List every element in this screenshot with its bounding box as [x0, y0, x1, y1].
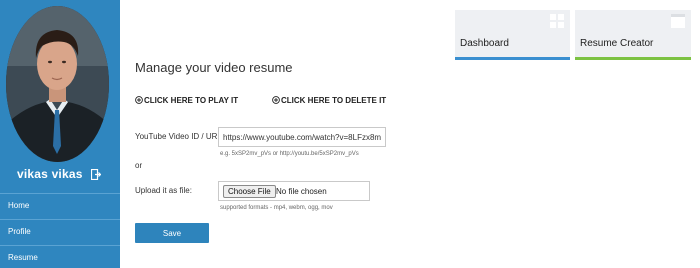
save-button[interactable]: Save: [135, 223, 209, 243]
sidebar-item-profile[interactable]: Profile: [0, 219, 120, 245]
play-video-link-label: CLICK HERE TO PLAY IT: [144, 96, 239, 105]
page-title: Manage your video resume: [135, 60, 293, 75]
delete-video-link-label: CLICK HERE TO DELETE IT: [281, 96, 387, 105]
supported-formats-hint: supported formats - mp4, webm, ogg, mov: [220, 205, 333, 211]
tile-dashboard[interactable]: Dashboard: [455, 10, 570, 60]
play-video-link[interactable]: CLICK HERE TO PLAY IT: [135, 96, 238, 105]
delete-video-link[interactable]: CLICK HERE TO DELETE IT: [272, 96, 386, 105]
avatar: [6, 6, 109, 162]
choose-file-button[interactable]: Choose File: [223, 185, 276, 198]
file-status: No file chosen: [276, 187, 327, 196]
or-separator: or: [135, 161, 143, 170]
user-avatar-icon: [6, 6, 109, 162]
tile-resume-creator[interactable]: Resume Creator: [575, 10, 691, 60]
youtube-url-input[interactable]: [218, 127, 386, 147]
youtube-url-label: YouTube Video ID / URL:: [135, 132, 225, 141]
play-circle-icon: [135, 96, 143, 104]
tile-resume-creator-label: Resume Creator: [580, 38, 654, 49]
username: vikas vikas: [17, 167, 83, 181]
delete-circle-icon: [272, 96, 280, 104]
sidebar-item-resume[interactable]: Resume: [0, 245, 120, 268]
youtube-url-hint: e.g. 5xSP2mv_pVs or http://youtu.be/5xSP…: [220, 151, 359, 157]
user-info: vikas vikas: [0, 167, 120, 185]
file-upload-field: Choose File No file chosen: [218, 181, 370, 201]
logout-icon[interactable]: [91, 169, 101, 180]
upload-file-label: Upload it as file:: [135, 186, 192, 195]
windows-grid-icon: [550, 14, 564, 28]
window-panel-icon: [671, 14, 685, 28]
sidebar-nav: Home Profile Resume: [0, 193, 120, 268]
sidebar-item-home[interactable]: Home: [0, 193, 120, 219]
sidebar: vikas vikas Home Profile Resume: [0, 0, 120, 268]
tile-dashboard-label: Dashboard: [460, 38, 509, 49]
